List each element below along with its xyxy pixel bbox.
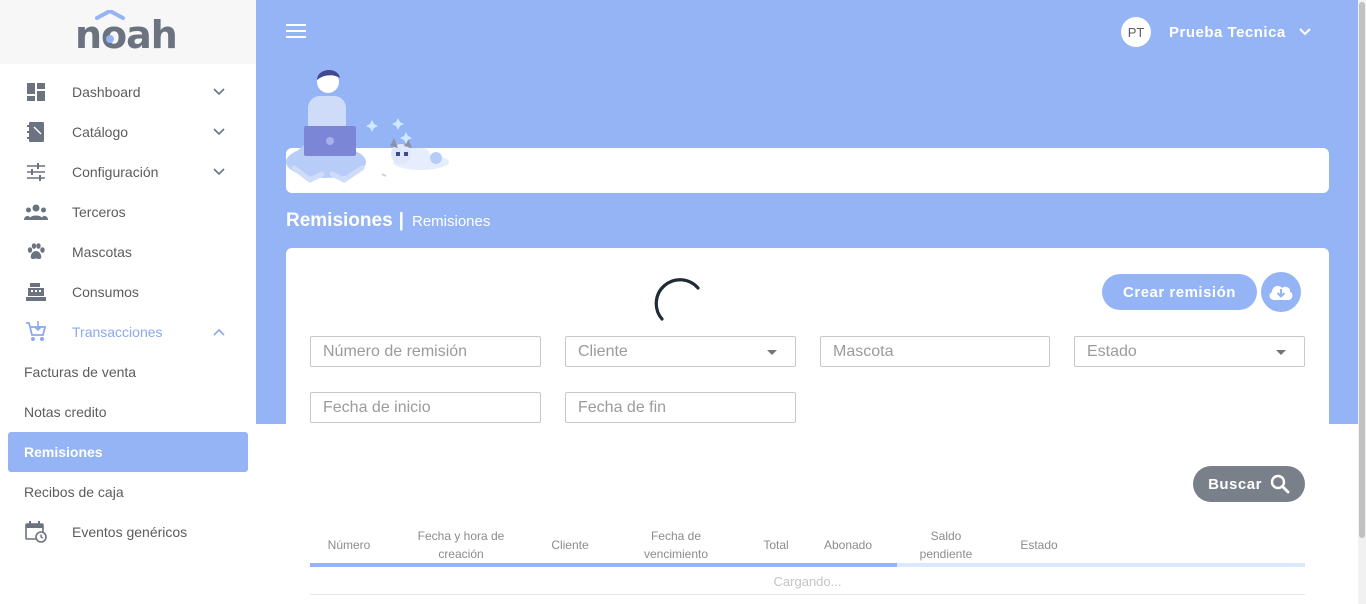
sidebar-item-label: Mascotas: [72, 244, 132, 260]
sidebar-nav: Dashboard Catálogo Configuración Tercero…: [0, 64, 256, 552]
sidebar-item-consumos[interactable]: Consumos: [0, 272, 256, 312]
menu-icon-bar: [286, 30, 306, 32]
sidebar-item-label: Terceros: [72, 204, 126, 220]
chevron-up-icon: [213, 328, 225, 336]
dashboard-icon: [24, 80, 48, 104]
sidebar-subitem-remisiones[interactable]: Remisiones: [8, 432, 248, 472]
content-panel: Crear remisión Número de remisión Client…: [286, 248, 1329, 604]
avatar: PT: [1121, 17, 1151, 47]
menu-icon-bar: [286, 36, 306, 38]
search-button[interactable]: Buscar: [1193, 466, 1305, 502]
menu-toggle-button[interactable]: [286, 24, 306, 40]
column-header-total[interactable]: Total: [750, 526, 802, 564]
column-header-cliente[interactable]: Cliente: [535, 526, 605, 564]
logo-area: noah: [0, 0, 256, 64]
sidebar-item-label: Consumos: [72, 284, 139, 300]
notebook-icon: [24, 120, 48, 144]
column-header-numero[interactable]: Número: [310, 526, 388, 564]
breadcrumb[interactable]: Remisiones: [412, 213, 490, 230]
sliders-icon: [24, 160, 48, 184]
user-menu[interactable]: PT Prueba Tecnica: [1121, 17, 1312, 47]
scrollbar-thumb[interactable]: [1359, 2, 1365, 538]
sidebar-item-transacciones[interactable]: Transacciones: [0, 312, 256, 352]
download-button[interactable]: [1261, 272, 1301, 312]
sidebar-item-label: Transacciones: [72, 324, 163, 340]
app-root: noah Dashboard Catálogo Configuración Te…: [0, 0, 1366, 604]
sidebar-item-terceros[interactable]: Terceros: [0, 192, 256, 232]
table-loading-progress: [310, 563, 1305, 567]
dropdown-caret-icon: [1276, 350, 1286, 355]
create-remision-button[interactable]: Crear remisión: [1102, 274, 1257, 310]
sidebar-item-mascotas[interactable]: Mascotas: [0, 232, 256, 272]
column-header-abonado[interactable]: Abonado: [810, 526, 886, 564]
fecha-inicio-input[interactable]: Fecha de inicio: [310, 392, 541, 423]
column-header-fecha-creacion[interactable]: Fecha y hora de creación: [405, 526, 517, 564]
cash-register-icon: [24, 280, 48, 304]
sidebar-item-label: Configuración: [72, 164, 159, 180]
search-button-label: Buscar: [1208, 475, 1262, 493]
search-icon: [1270, 474, 1290, 494]
table-header: Número Fecha y hora de creación Cliente …: [310, 526, 1305, 564]
fecha-fin-input[interactable]: Fecha de fin: [565, 392, 796, 423]
sidebar-item-label: Eventos genéricos: [72, 524, 188, 540]
page-title-row: Remisiones | Remisiones: [286, 210, 490, 232]
numero-remision-input[interactable]: Número de remisión: [310, 336, 541, 367]
column-header-saldo-pendiente[interactable]: Saldo pendiente: [906, 526, 986, 564]
estado-select-placeholder: Estado: [1087, 343, 1137, 360]
cliente-select-placeholder: Cliente: [578, 343, 628, 360]
title-separator: |: [398, 210, 404, 231]
sidebar-item-dashboard[interactable]: Dashboard: [0, 72, 256, 112]
table-loading-text: Cargando...: [310, 569, 1305, 595]
calendar-clock-icon: [24, 520, 48, 544]
sidebar-item-eventos[interactable]: Eventos genéricos: [0, 512, 256, 552]
estado-select[interactable]: Estado: [1074, 336, 1305, 367]
sidebar-subitem-notas-credito[interactable]: Notas credito: [0, 392, 256, 432]
column-header-fecha-vencimiento[interactable]: Fecha de vencimiento: [633, 526, 719, 564]
paw-icon: [24, 240, 48, 264]
sidebar: noah Dashboard Catálogo Configuración Te…: [0, 0, 256, 604]
people-icon: [24, 200, 48, 224]
noah-logo[interactable]: noah: [73, 10, 183, 54]
sidebar-item-label: Dashboard: [72, 84, 141, 100]
person-laptop-illustration: [286, 69, 449, 183]
chevron-down-icon: [213, 88, 225, 96]
remisiones-table: Número Fecha y hora de creación Cliente …: [310, 526, 1305, 595]
dropdown-caret-icon: [767, 350, 777, 355]
sidebar-subitem-recibos[interactable]: Recibos de caja: [0, 472, 256, 512]
sidebar-item-label: Catálogo: [72, 124, 129, 140]
sidebar-subitem-facturas[interactable]: Facturas de venta: [0, 352, 256, 392]
sidebar-item-catalogo[interactable]: Catálogo: [0, 112, 256, 152]
progress-fill: [310, 563, 898, 567]
cloud-download-icon: [1269, 285, 1293, 300]
sidebar-item-configuracion[interactable]: Configuración: [0, 152, 256, 192]
cliente-select[interactable]: Cliente: [565, 336, 796, 367]
chevron-down-icon: [213, 128, 225, 136]
mascota-input[interactable]: Mascota: [820, 336, 1050, 367]
loading-spinner: [654, 278, 700, 321]
chevron-down-icon: [213, 168, 225, 176]
page-title: Remisiones: [286, 210, 393, 231]
menu-icon-bar: [286, 24, 306, 26]
svg-text:noah: noah: [75, 13, 177, 54]
cart-icon: [24, 320, 48, 344]
chevron-down-icon: [1299, 28, 1311, 36]
user-name: Prueba Tecnica: [1169, 23, 1286, 41]
column-header-estado[interactable]: Estado: [1004, 526, 1074, 564]
